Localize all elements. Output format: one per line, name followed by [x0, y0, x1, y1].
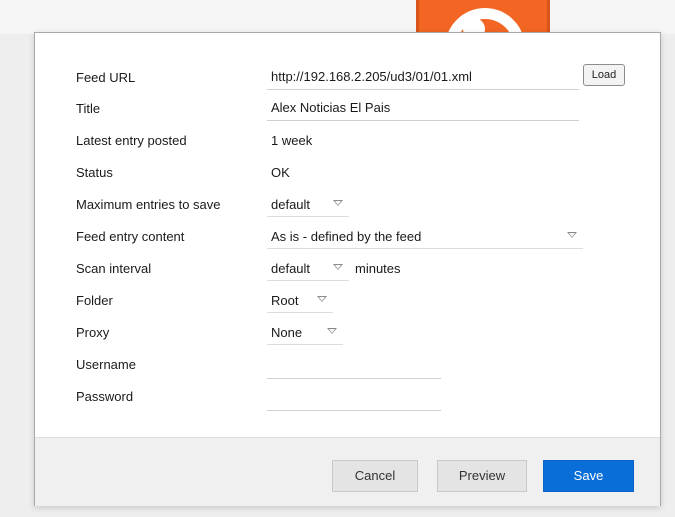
row-scan-interval: Scan interval default minutes [35, 255, 660, 285]
entry-content-select[interactable]: As is - defined by the feed [267, 223, 583, 249]
proxy-selected: None [271, 325, 303, 340]
entry-content-label: Feed entry content [76, 229, 185, 244]
row-latest-entry: Latest entry posted 1 week [35, 127, 660, 157]
chevron-down-icon [327, 328, 337, 334]
chevron-down-icon [317, 296, 327, 302]
entry-content-selected: As is - defined by the feed [271, 229, 422, 244]
proxy-select[interactable]: None [267, 319, 343, 345]
password-input[interactable] [267, 385, 441, 411]
row-max-entries: Maximum entries to save default [35, 191, 660, 221]
row-folder: Folder Root [35, 287, 660, 317]
folder-label: Folder [76, 293, 113, 308]
status-value: OK [271, 165, 290, 180]
username-input[interactable] [267, 353, 441, 379]
chevron-down-icon [333, 200, 343, 206]
dialog-footer: Cancel Preview Save [35, 437, 660, 506]
title-label: Title [76, 101, 101, 116]
load-button[interactable]: Load [583, 64, 625, 86]
proxy-label: Proxy [76, 325, 110, 340]
password-label: Password [76, 389, 134, 404]
row-feed-url: Feed URL Load [35, 64, 660, 94]
status-label: Status [76, 165, 113, 180]
row-entry-content: Feed entry content As is - defined by th… [35, 223, 660, 253]
row-username: Username [35, 351, 660, 381]
max-entries-label: Maximum entries to save [76, 197, 221, 212]
rss-wave-shape [428, 0, 542, 34]
username-label: Username [76, 357, 136, 372]
chevron-down-icon [567, 232, 577, 238]
row-password: Password [35, 383, 660, 413]
feed-properties-dialog: Feed URL Load Title Latest entry posted … [34, 32, 661, 506]
scan-interval-unit: minutes [355, 261, 401, 276]
preview-button[interactable]: Preview [437, 460, 527, 492]
feed-url-label: Feed URL [76, 70, 136, 85]
latest-entry-label: Latest entry posted [76, 133, 187, 148]
scan-interval-select[interactable]: default [267, 255, 349, 281]
save-button[interactable]: Save [543, 460, 634, 492]
folder-select[interactable]: Root [267, 287, 333, 313]
folder-selected: Root [271, 293, 299, 308]
max-entries-selected: default [271, 197, 311, 212]
row-proxy: Proxy None [35, 319, 660, 349]
latest-entry-value: 1 week [271, 133, 313, 148]
row-status: Status OK [35, 159, 660, 189]
row-title: Title [35, 95, 660, 125]
cancel-button[interactable]: Cancel [332, 460, 418, 492]
chevron-down-icon [333, 264, 343, 270]
rss-feed-icon [416, 0, 550, 34]
scan-interval-selected: default [271, 261, 311, 276]
scan-interval-label: Scan interval [76, 261, 152, 276]
feed-url-input[interactable] [267, 64, 579, 90]
title-input[interactable] [267, 95, 579, 121]
background-area [0, 0, 675, 34]
max-entries-select[interactable]: default [267, 191, 349, 217]
